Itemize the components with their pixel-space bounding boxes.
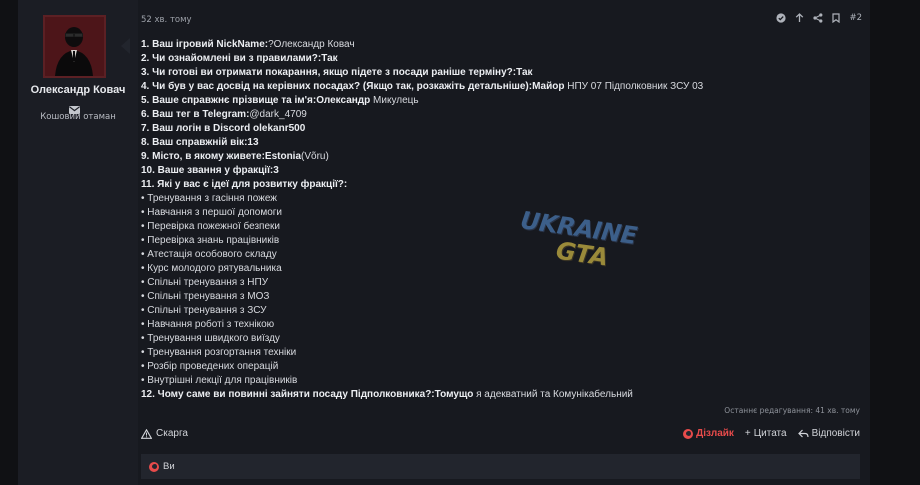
post-line: 4. Чи був у вас досвід на керівних посад… <box>141 81 704 92</box>
post-arrow <box>121 38 130 54</box>
warning-icon <box>141 428 152 439</box>
list-item: • Розбір проведених операцій <box>141 361 279 372</box>
list-item: • Тренування з гасіння пожеж <box>141 193 277 204</box>
post-line: 1. Ваш ігровий NickName:?Олександр Ковач <box>141 39 355 50</box>
ukraine-gta-watermark: UKRAINE GTA <box>519 206 652 272</box>
list-item: • Тренування розгортання техніки <box>141 347 297 358</box>
list-item: • Курс молодого рятувальника <box>141 263 282 274</box>
list-item: • Тренування швидкого виїзду <box>141 333 280 344</box>
arrow-up-icon[interactable] <box>795 13 804 23</box>
post-number[interactable]: #2 <box>849 13 862 23</box>
reply-button[interactable]: Відповісти <box>797 428 860 439</box>
post-line: 12. Чому саме ви повинні зайняти посаду … <box>141 389 633 400</box>
list-item: • Навчання з першої допомоги <box>141 207 283 218</box>
list-item: • Внутрішні лекції для працівників <box>141 375 298 386</box>
post-body: 1. Ваш ігровий NickName:?Олександр Ковач… <box>141 38 861 402</box>
reaction-actions: Дізлайк + Цитата Відповісти <box>683 428 860 439</box>
bookmark-icon[interactable] <box>832 13 841 23</box>
list-item: • Навчання роботі з технікою <box>141 319 275 330</box>
post-line: 7. Ваш логін в Discord olekanr500 <box>141 123 306 134</box>
dislike-label: Дізлайк <box>696 428 734 439</box>
list-item: • Перевірка знань працівників <box>141 235 280 246</box>
post-main: 52 хв. тому #2 1. Ваш ігровий NickName:?… <box>130 0 870 485</box>
user-sidebar: Олександр Ковач Кошовий отаман <box>18 0 138 485</box>
watermark-line-2: GTA <box>554 236 611 272</box>
quote-button[interactable]: + Цитата <box>745 428 787 439</box>
post-line: 10. Ваше звання у фракції:3 <box>141 165 279 176</box>
post-line: 5. Ваше справжнє прізвище та ім'я:Олекса… <box>141 95 419 106</box>
post-line: 8. Ваш справжній вік:13 <box>141 137 259 148</box>
post-line: 9. Місто, в якому живете:Estonia(Võru) <box>141 151 329 162</box>
avatar[interactable] <box>43 15 106 78</box>
post-footer: Скарга Дізлайк + Цитата Відповісти <box>141 428 860 442</box>
check-circle-icon[interactable] <box>776 13 787 23</box>
list-item: • Спільні тренування з НПУ <box>141 277 269 288</box>
plus-icon: + <box>744 428 751 439</box>
dislike-button[interactable]: Дізлайк <box>683 428 734 439</box>
dislike-reaction-icon <box>149 461 159 472</box>
post-timestamp[interactable]: 52 хв. тому <box>141 15 192 25</box>
avatar-image <box>45 17 104 76</box>
dislike-icon <box>683 428 694 439</box>
username[interactable]: Олександр Ковач <box>18 84 138 96</box>
report-button[interactable]: Скарга <box>141 428 188 439</box>
user-title: Кошовий отаман <box>40 112 116 122</box>
report-label: Скарга <box>156 428 188 439</box>
quote-label: Цитата <box>753 428 787 439</box>
reactions-text[interactable]: Ви <box>163 461 175 472</box>
last-edited[interactable]: Останнє редагування: 41 хв. тому <box>724 406 860 415</box>
post-line: 6. Ваш тег в Telegram:@dark_4709 <box>141 109 307 120</box>
post-line: 2. Чи ознайомлені ви з правилами?:Так <box>141 53 338 64</box>
reply-label: Відповісти <box>811 428 860 439</box>
share-icon[interactable] <box>813 13 823 23</box>
list-item: • Спільні тренування з ЗСУ <box>141 305 267 316</box>
forum-post: Олександр Ковач Кошовий отаман 52 хв. то… <box>18 0 870 485</box>
list-item: • Перевірка пожежної безпеки <box>141 221 280 232</box>
post-top-actions: #2 <box>776 13 862 23</box>
reactions-bar[interactable]: Ви <box>141 454 860 479</box>
post-line: 3. Чи готові ви отримати покарання, якщо… <box>141 67 533 78</box>
post-line: 11. Які у вас є ідеї для розвитку фракці… <box>141 179 348 190</box>
list-item: • Спільні тренування з МОЗ <box>141 291 270 302</box>
reply-icon <box>797 429 809 438</box>
list-item: • Атестація особового складу <box>141 249 277 260</box>
